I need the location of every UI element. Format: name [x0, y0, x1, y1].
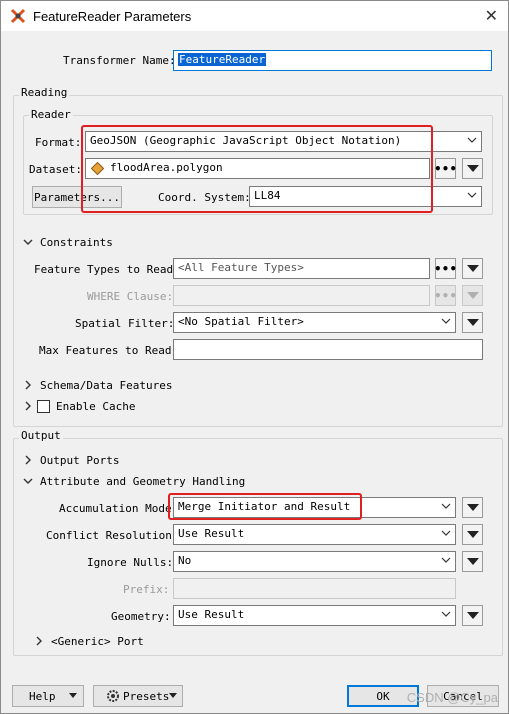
- triangle-down-icon: [69, 693, 77, 698]
- fme-app-icon: [10, 8, 26, 24]
- close-icon[interactable]: ✕: [485, 6, 498, 25]
- dataset-label: Dataset:: [29, 163, 82, 176]
- chevron-down-icon: [441, 318, 451, 324]
- reading-section-label: Reading: [19, 86, 70, 99]
- conflict-resolution-menu-button[interactable]: [462, 524, 483, 545]
- dialog-window: FeatureReader Parameters ✕ Transformer N…: [0, 0, 509, 714]
- ignore-nulls-value: No: [178, 554, 192, 567]
- where-clause-browse-button: •••: [434, 285, 457, 306]
- transformer-name-label: Transformer Name:: [63, 54, 176, 67]
- prefix-input: [173, 578, 456, 599]
- enable-cache-checkbox[interactable]: [37, 400, 50, 413]
- presets-button-label: Presets: [123, 689, 170, 703]
- presets-button[interactable]: Presets: [93, 685, 183, 707]
- highlight-box-accumulation: [168, 493, 362, 520]
- where-clause-menu-button: [462, 285, 483, 306]
- conflict-resolution-value: Use Result: [178, 527, 245, 540]
- chevron-right-icon[interactable]: [23, 380, 33, 390]
- chevron-right-icon[interactable]: [23, 455, 33, 465]
- attribute-geometry-header[interactable]: Attribute and Geometry Handling: [40, 475, 245, 488]
- output-ports-header[interactable]: Output Ports: [40, 454, 119, 467]
- triangle-down-icon: [466, 292, 479, 299]
- highlight-box-reader: [81, 125, 433, 213]
- triangle-down-icon: [466, 265, 479, 272]
- chevron-down-icon: [441, 557, 451, 563]
- reader-section-label: Reader: [29, 108, 73, 121]
- ignore-nulls-menu-button[interactable]: [462, 551, 483, 572]
- feature-types-label: Feature Types to Read:: [34, 263, 180, 276]
- triangle-down-icon: [466, 612, 479, 619]
- max-features-input[interactable]: [173, 339, 483, 360]
- geometry-select[interactable]: Use Result: [173, 605, 456, 626]
- feature-types-input[interactable]: <All Feature Types>: [173, 258, 430, 279]
- help-button[interactable]: Help: [12, 685, 84, 707]
- watermark-text: CSDN @Cy_pa: [406, 690, 498, 705]
- geometry-menu-button[interactable]: [462, 605, 483, 626]
- chevron-down-icon[interactable]: [23, 237, 33, 247]
- triangle-down-icon: [466, 165, 479, 172]
- chevron-right-icon[interactable]: [34, 636, 44, 646]
- enable-cache-label: Enable Cache: [56, 400, 136, 413]
- format-label: Format:: [35, 136, 82, 149]
- conflict-resolution-label: Conflict Resolution:: [46, 529, 179, 542]
- ignore-nulls-label: Ignore Nulls:: [87, 556, 174, 569]
- geometry-label: Geometry:: [111, 610, 171, 623]
- constraints-header[interactable]: Constraints: [40, 236, 113, 249]
- spatial-filter-select[interactable]: <No Spatial Filter>: [173, 312, 456, 333]
- accumulation-mode-label: Accumulation Mode:: [59, 502, 179, 515]
- conflict-resolution-select[interactable]: Use Result: [173, 524, 456, 545]
- presets-gear-icon: [107, 690, 119, 702]
- chevron-down-icon[interactable]: [23, 476, 33, 486]
- triangle-down-icon: [466, 558, 479, 565]
- help-button-label: Help: [29, 689, 56, 703]
- chevron-right-icon[interactable]: [23, 401, 33, 411]
- triangle-down-icon: [169, 693, 177, 698]
- prefix-label: Prefix:: [123, 583, 170, 596]
- triangle-down-icon: [466, 504, 479, 511]
- chevron-down-icon: [467, 192, 477, 198]
- title-bar: FeatureReader Parameters ✕: [1, 1, 508, 31]
- max-features-label: Max Features to Read:: [39, 344, 179, 357]
- feature-types-value: <All Feature Types>: [178, 261, 304, 274]
- geometry-value: Use Result: [178, 608, 245, 621]
- feature-types-browse-button[interactable]: •••: [434, 258, 457, 279]
- triangle-down-icon: [466, 319, 479, 326]
- chevron-down-icon: [441, 530, 451, 536]
- chevron-down-icon: [467, 137, 477, 143]
- spatial-filter-value: <No Spatial Filter>: [178, 315, 304, 328]
- chevron-down-icon: [441, 611, 451, 617]
- where-clause-input: [173, 285, 430, 306]
- generic-port-header[interactable]: <Generic> Port: [51, 635, 144, 648]
- where-clause-label: WHERE Clause:: [87, 290, 174, 303]
- ignore-nulls-select[interactable]: No: [173, 551, 456, 572]
- transformer-name-input[interactable]: FeatureReader: [173, 50, 492, 71]
- spatial-filter-label: Spatial Filter:: [75, 317, 175, 330]
- chevron-down-icon: [441, 503, 451, 509]
- output-section-label: Output: [19, 429, 63, 442]
- feature-types-menu-button[interactable]: [462, 258, 483, 279]
- spatial-filter-menu-button[interactable]: [462, 312, 483, 333]
- dataset-browse-button[interactable]: •••: [434, 158, 457, 179]
- accumulation-mode-menu-button[interactable]: [462, 497, 483, 518]
- triangle-down-icon: [466, 531, 479, 538]
- dataset-menu-button[interactable]: [462, 158, 483, 179]
- schema-data-features-header[interactable]: Schema/Data Features: [40, 379, 172, 392]
- window-title: FeatureReader Parameters: [33, 8, 192, 24]
